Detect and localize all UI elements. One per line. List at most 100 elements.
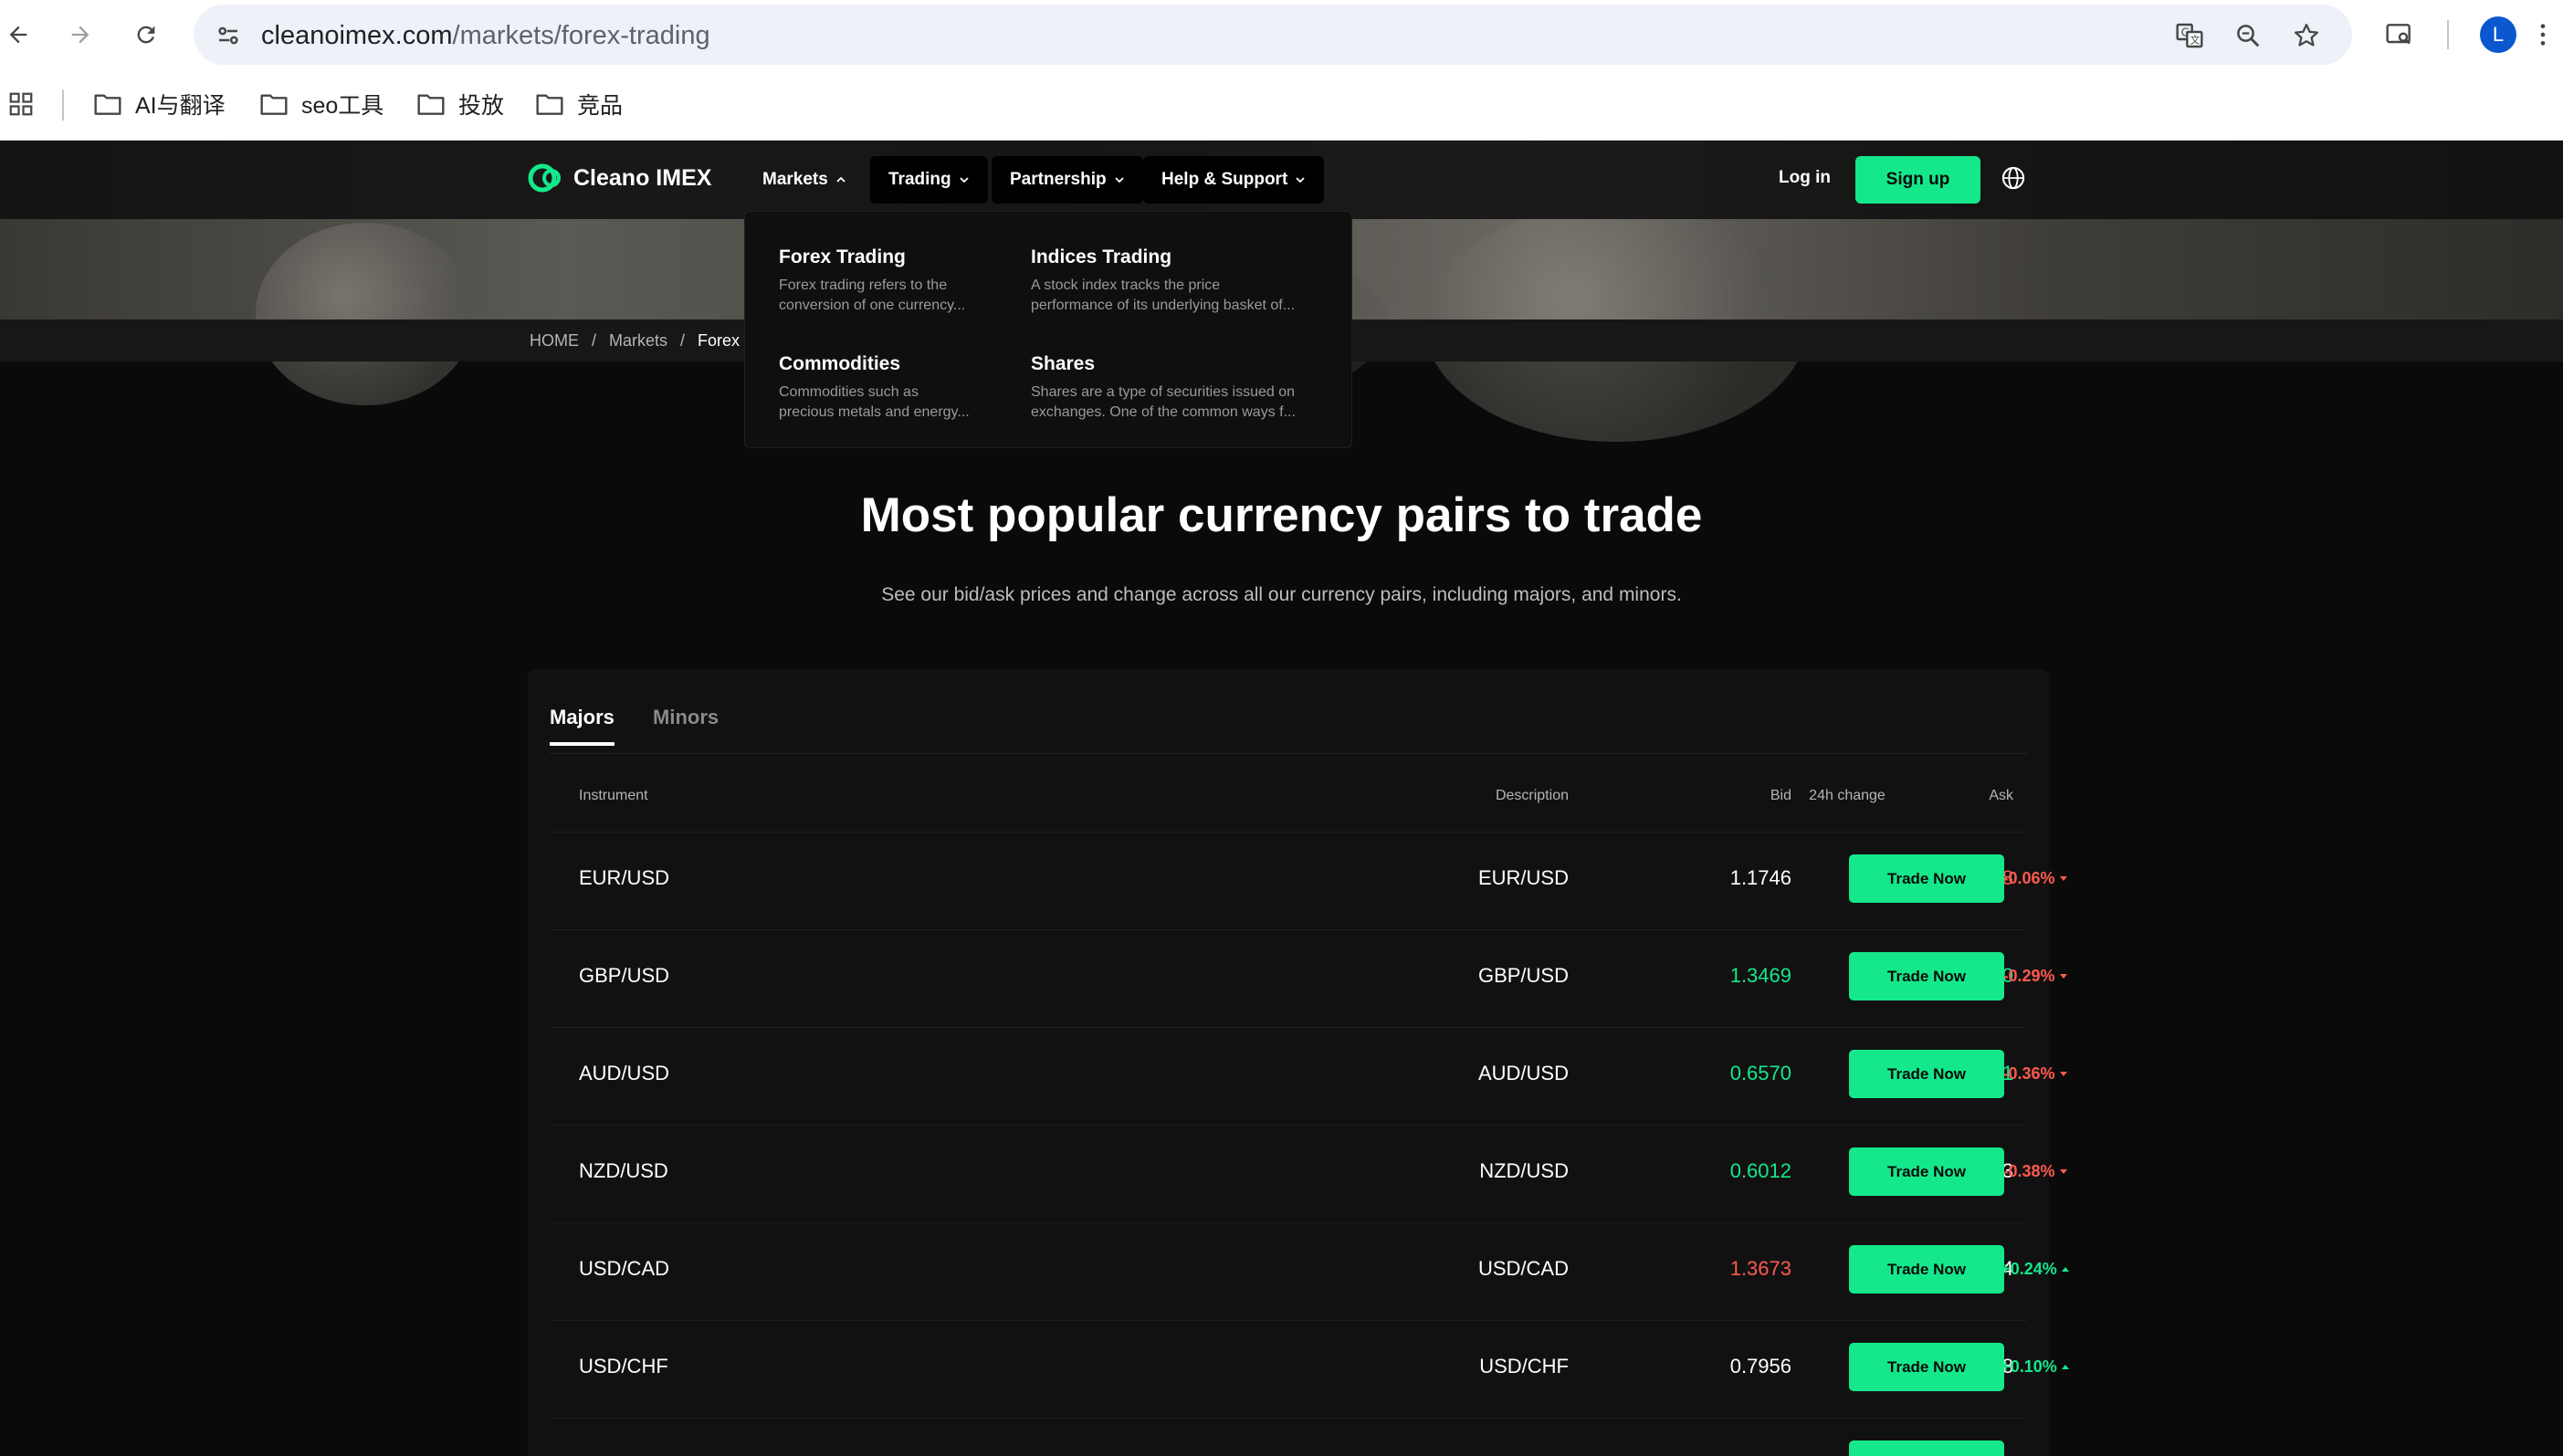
chevron-down-icon [1114, 177, 1124, 183]
triangle-down-icon [2059, 876, 2067, 881]
markets-dropdown-menu: Forex Trading Forex trading refers to th… [744, 211, 1352, 448]
globe-icon[interactable] [2001, 165, 2030, 194]
cell-bid: 0.6570 [1729, 1062, 1791, 1084]
bookmark-label: 投放 [458, 93, 505, 119]
triangle-down-icon [2059, 1072, 2067, 1076]
trade-now-button[interactable]: Trade Now [1849, 1050, 2004, 1098]
chevron-up-icon [836, 176, 846, 183]
dropdown-item-indices[interactable]: Indices Trading A stock index tracks the… [1031, 246, 1332, 316]
change-value: +0.24% [2001, 1260, 2057, 1278]
dropdown-item-title: Forex Trading [779, 246, 906, 267]
tab-majors[interactable]: Majors [550, 706, 614, 746]
cell-description: GBP/USD [1477, 964, 1569, 987]
reload-icon [137, 26, 155, 44]
trade-now-button[interactable]: Trade Now [1849, 1343, 2004, 1391]
nav-trading[interactable]: Trading [870, 156, 988, 204]
breadcrumb: HOME / Markets / Forex T [530, 331, 754, 351]
table-row: AUD/USDAUD/USD0.65700.6571-0.36%Trade No… [528, 1027, 2067, 1125]
url-path: /markets/forex-trading [452, 21, 710, 50]
page-subtitle: See our bid/ask prices and change across… [881, 584, 1682, 605]
cell-instrument: EUR/USD [579, 866, 670, 889]
arrow-right-icon [71, 26, 89, 44]
column-header-description: Description [1495, 788, 1569, 803]
cell-instrument: AUD/USD [579, 1062, 670, 1084]
zoom-icon[interactable] [2232, 19, 2264, 52]
column-header-24h-change: 24h change [1809, 788, 1885, 803]
back-button[interactable] [0, 16, 37, 53]
toolbar-divider [2447, 20, 2449, 49]
change-value: +0.10% [2001, 1357, 2057, 1376]
cell-instrument: GBP/USD [579, 964, 670, 987]
breadcrumb-separator: / [592, 331, 597, 350]
cell-description: AUD/USD [1477, 1062, 1569, 1084]
brand-logo[interactable]: Cleano IMEX [528, 162, 711, 194]
trade-now-button[interactable]: Trade Now [1849, 952, 2004, 1000]
logo-mark-icon [528, 162, 570, 194]
tab-search-icon[interactable] [2381, 16, 2418, 53]
dropdown-item-title: Commodities [779, 353, 901, 374]
folder-icon [94, 94, 121, 115]
chevron-down-icon [1296, 177, 1305, 183]
nav-label: Markets [762, 170, 828, 189]
bookmark-folder-0[interactable]: AI与翻译 [93, 86, 226, 122]
table-row: USD/CHFUSD/CHF0.79560.7958+0.10%Trade No… [528, 1320, 2069, 1418]
cell-description: EUR/USD [1477, 866, 1569, 889]
table-row: NZD/USDNZD/USD0.60120.6013-0.38%Trade No… [528, 1125, 2067, 1222]
nav-help-support[interactable]: Help & Support [1143, 156, 1325, 204]
change-value: -0.06% [2002, 869, 2055, 887]
hero-coin-image [256, 223, 475, 405]
trade-now-button[interactable]: Trade Now [1849, 854, 2004, 903]
profile-avatar[interactable]: L [2480, 16, 2516, 53]
page-title: Most popular currency pairs to trade [860, 488, 1703, 542]
bookmark-label: AI与翻译 [135, 93, 226, 119]
apps-grid-icon[interactable] [7, 86, 35, 122]
cell-bid: 1.1746 [1729, 866, 1791, 889]
bookmarks-bar: AI与翻译 seo工具 投放 竞品 [0, 69, 2563, 141]
breadcrumb-markets[interactable]: Markets [609, 331, 667, 351]
dropdown-item-commodities[interactable]: Commodities Commodities such as precious… [779, 353, 1016, 423]
dropdown-item-shares[interactable]: Shares Shares are a type of securities i… [1031, 353, 1332, 423]
folder-icon [536, 94, 563, 115]
folder-icon [260, 94, 288, 115]
table-row: EUR/USDEUR/USD1.17461.1748-0.06%Trade No… [528, 832, 2067, 929]
cell-description: USD/JPY [1386, 1452, 1569, 1456]
breadcrumb-separator: / [680, 331, 686, 350]
url-host: cleanoimex.com [261, 21, 453, 50]
cell-instrument: USD/JPY [579, 1452, 664, 1456]
bookmark-folder-1[interactable]: seo工具 [259, 86, 383, 122]
table-row: USD/CADUSD/CAD1.36731.3674+0.24%Trade No… [528, 1222, 2069, 1320]
trade-now-button[interactable]: Trade Now [1849, 1147, 2004, 1196]
cell-description: USD/CHF [1479, 1355, 1569, 1377]
translate-icon[interactable]: G文 [2173, 19, 2206, 52]
url-text[interactable]: cleanoimex.com/markets/forex-trading [261, 21, 710, 51]
cell-description: USD/CAD [1477, 1257, 1569, 1280]
dropdown-item-desc: exchanges. One of the common ways f... [1031, 404, 1296, 420]
dropdown-item-forex[interactable]: Forex Trading Forex trading refers to th… [779, 246, 1016, 316]
dropdown-item-title: Indices Trading [1031, 246, 1172, 267]
site-settings-icon[interactable] [212, 19, 245, 52]
reload-button[interactable] [128, 16, 164, 53]
breadcrumb-home[interactable]: HOME [530, 331, 579, 351]
bookmark-label: seo工具 [301, 93, 384, 119]
triangle-down-icon [2059, 1169, 2067, 1174]
address-bar[interactable]: cleanoimex.com/markets/forex-trading G文 [194, 5, 2352, 65]
dropdown-item-desc: Forex trading refers to the [779, 278, 948, 293]
trade-now-button[interactable]: Trade Now [1849, 1440, 2004, 1456]
signup-button[interactable]: Sign up [1855, 156, 1980, 204]
nav-markets[interactable]: Markets [744, 156, 865, 204]
tab-minors[interactable]: Minors [653, 706, 719, 742]
trade-now-button[interactable]: Trade Now [1849, 1245, 2004, 1294]
dropdown-item-desc: A stock index tracks the price [1031, 278, 1221, 293]
bookmark-star-icon[interactable] [2290, 19, 2323, 52]
menu-kebab-icon[interactable] [2529, 16, 2557, 53]
login-link[interactable]: Log in [1779, 168, 1831, 188]
nav-partnership[interactable]: Partnership [992, 156, 1143, 204]
bookmark-folder-3[interactable]: 竞品 [535, 86, 623, 122]
column-header-instrument: Instrument [579, 788, 648, 803]
forward-button[interactable] [62, 16, 99, 53]
folder-icon [417, 94, 445, 115]
nav-label: Help & Support [1161, 170, 1288, 189]
cell-instrument: USD/CAD [579, 1257, 670, 1280]
bookmark-folder-2[interactable]: 投放 [416, 86, 504, 122]
dropdown-item-title: Shares [1031, 353, 1096, 374]
